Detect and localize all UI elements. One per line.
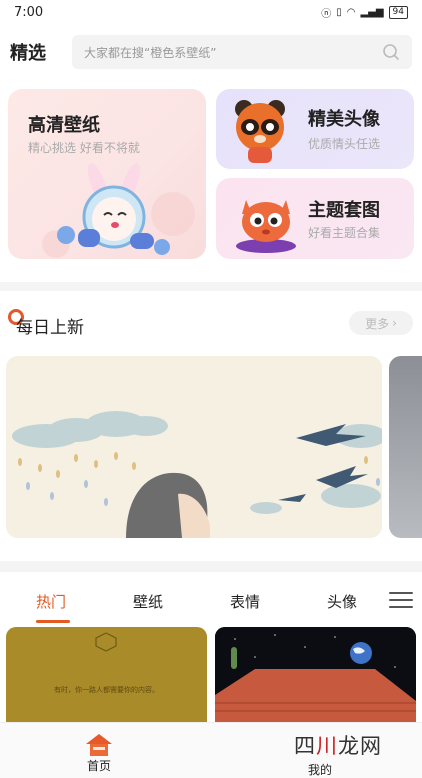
battery-icon: 94: [388, 5, 408, 19]
watermark: 四川龙网: [294, 734, 382, 758]
wallpaper-thumbnail[interactable]: 有时，你一路人都需要你的内容。: [6, 627, 207, 722]
daily-section: 每日上新 更多 ›: [0, 291, 422, 561]
theme-card-title: 主题套图: [308, 200, 380, 221]
wallpaper-card[interactable]: 高清壁纸 精心挑选 好看不将就: [8, 89, 206, 259]
active-tab-indicator: [36, 620, 70, 623]
nav-mine[interactable]: 我的: [308, 761, 332, 778]
theme-card[interactable]: 主题套图 好看主题合集: [216, 178, 414, 259]
search-placeholder: 大家都在搜“橙色系壁纸”: [84, 45, 217, 60]
panda-mascot-illustration: [235, 100, 285, 163]
feature-section: 高清壁纸 精心挑选 好看不将就 精美头像 优质情头任选 主题套图 好看主题合集: [0, 80, 422, 282]
status-time: 7:00: [14, 4, 44, 20]
avatar-card-subtitle: 优质情头任选: [308, 137, 381, 151]
theme-card-subtitle: 好看主题合集: [308, 226, 381, 240]
nav-home-label: 首页: [86, 759, 111, 773]
night-rooftop-artwork: [215, 627, 416, 722]
wallpaper-card-title: 高清壁纸: [28, 115, 100, 136]
wallpaper-thumbnail[interactable]: [215, 627, 416, 722]
status-bar: 7:00 ⓝ ▯ ◠ ▂▄▆ 94: [0, 0, 422, 24]
more-button[interactable]: 更多 ›: [349, 311, 413, 335]
nfc-icon: ⓝ: [321, 8, 332, 20]
signal-icon: ▂▄▆: [360, 6, 384, 18]
header: 精选 大家都在搜“橙色系壁纸”: [0, 24, 422, 80]
avatar-card-title: 精美头像: [308, 109, 380, 130]
tab-avatar[interactable]: 头像: [327, 591, 357, 612]
status-icons: ⓝ ▯ ◠ ▂▄▆ 94: [321, 5, 408, 20]
vibrate-icon: ▯: [336, 6, 342, 18]
tab-hot[interactable]: 热门: [36, 591, 66, 612]
girl-rain-clouds-artwork: [6, 356, 382, 538]
daily-wallpaper-image-next[interactable]: [389, 356, 422, 538]
avatar-card[interactable]: 精美头像 优质情头任选: [216, 89, 414, 169]
rabbit-astronaut-illustration: [42, 163, 195, 258]
category-section: 热门 壁纸 表情 头像 有时，你一路人都需要你的内容。: [0, 572, 422, 722]
search-bar[interactable]: 大家都在搜“橙色系壁纸”: [72, 35, 412, 69]
wallpaper-card-subtitle: 精心挑选 好看不将就: [28, 141, 140, 155]
chevron-right-icon: ›: [392, 316, 397, 330]
daily-title: 每日上新: [16, 318, 84, 338]
tab-wallpaper[interactable]: 壁纸: [133, 591, 163, 612]
menu-icon[interactable]: [389, 592, 413, 608]
logo-mark-icon: [95, 632, 117, 652]
wallpaper-thumbnail-caption: 有时，你一路人都需要你的内容。: [54, 686, 159, 694]
home-icon: [86, 734, 112, 756]
page-title: 精选: [10, 43, 46, 64]
wifi-icon: ◠: [346, 6, 356, 18]
cat-mascot-illustration: [236, 200, 296, 253]
nav-mine-label: 我的: [308, 763, 333, 777]
nav-home[interactable]: 首页: [84, 733, 114, 774]
search-icon[interactable]: [382, 43, 400, 61]
daily-wallpaper-image[interactable]: [6, 356, 382, 538]
more-label: 更多: [365, 316, 390, 331]
tab-emoji[interactable]: 表情: [230, 591, 260, 612]
